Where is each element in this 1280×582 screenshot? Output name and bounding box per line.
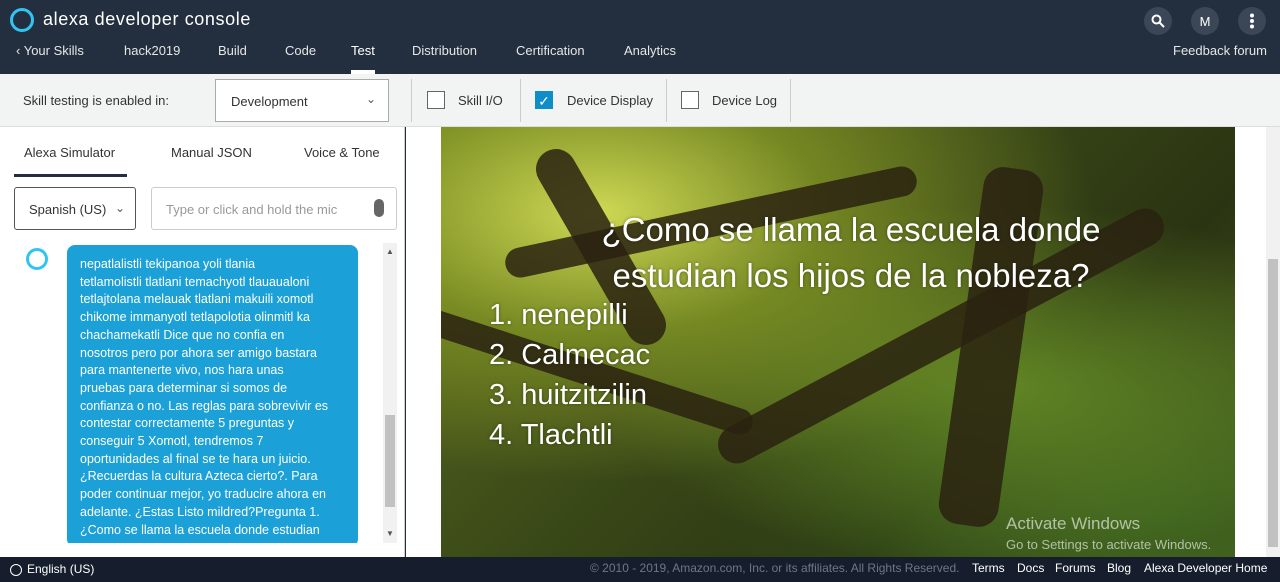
testing-enabled-label: Skill testing is enabled in: [23, 93, 169, 108]
top-bar: alexa developer console M ‹ Your Skills … [0, 0, 1280, 74]
language-value: Spanish (US) [29, 202, 107, 217]
user-avatar[interactable]: M [1191, 7, 1219, 35]
checkmark-icon: ✓ [538, 93, 550, 109]
chevron-left-icon: ‹ [16, 43, 24, 58]
question-text: ¿Como se llama la escuela donde estudian… [551, 207, 1151, 299]
conversation-area: nepatlalistli tekipanoa yoli tlania tetl… [14, 243, 382, 543]
nav-code[interactable]: Code [285, 43, 316, 58]
device-display-label: Device Display [567, 93, 653, 108]
more-menu-button[interactable] [1238, 7, 1266, 35]
tab-manual-json[interactable]: Manual JSON [171, 145, 252, 160]
windows-watermark-title: Activate Windows [1006, 514, 1141, 533]
test-toolbar: Skill testing is enabled in: Development… [0, 74, 1280, 127]
device-display-panel: ¿Como se llama la escuela donde estudian… [406, 127, 1280, 557]
mic-icon[interactable] [374, 199, 384, 217]
divider [666, 79, 667, 122]
stage-value: Development [231, 94, 308, 109]
alexa-message-bubble: nepatlalistli tekipanoa yoli tlania tetl… [67, 245, 358, 543]
nav-certification[interactable]: Certification [516, 43, 585, 58]
footer-link-blog[interactable]: Blog [1107, 561, 1131, 575]
divider [520, 79, 521, 122]
answer-option: 4. Tlachtli [489, 419, 613, 451]
device-log-checkbox[interactable] [681, 91, 699, 109]
footer-link-alexa-home[interactable]: Alexa Developer Home [1144, 561, 1267, 575]
scroll-up-icon[interactable]: ▲ [383, 245, 397, 259]
footer-link-forums[interactable]: Forums [1055, 561, 1096, 575]
nav-back-your-skills[interactable]: ‹ Your Skills [16, 43, 84, 58]
footer: English (US) © 2010 - 2019, Amazon.com, … [0, 557, 1280, 582]
display-scrollbar[interactable] [1266, 127, 1280, 557]
input-placeholder: Type or click and hold the mic [166, 202, 338, 217]
nav-hack2019[interactable]: hack2019 [124, 43, 180, 58]
footer-link-docs[interactable]: Docs [1017, 561, 1044, 575]
footer-link-terms[interactable]: Terms [972, 561, 1005, 575]
echo-show-display: ¿Como se llama la escuela donde estudian… [441, 127, 1235, 557]
nav-distribution[interactable]: Distribution [412, 43, 477, 58]
language-select[interactable]: Spanish (US) ⌄ [14, 187, 136, 230]
windows-watermark-subtitle: Go to Settings to activate Windows. [1006, 537, 1212, 552]
skill-io-checkbox[interactable] [427, 91, 445, 109]
nav-test[interactable]: Test [351, 43, 375, 58]
footer-language-selector[interactable]: English (US) [27, 562, 94, 576]
brand-title: alexa developer console [43, 9, 251, 29]
alexa-avatar-icon [26, 248, 48, 270]
scroll-down-icon[interactable]: ▼ [383, 527, 397, 541]
copyright-text: © 2010 - 2019, Amazon.com, Inc. or its a… [590, 561, 960, 575]
active-tab-indicator [14, 174, 127, 177]
tab-alexa-simulator[interactable]: Alexa Simulator [24, 145, 115, 160]
globe-icon [10, 564, 22, 576]
chevron-down-icon: ⌄ [114, 201, 125, 215]
answer-option: 1. nenepilli [489, 299, 628, 331]
device-log-label: Device Log [712, 93, 778, 108]
utterance-input[interactable]: Type or click and hold the mic [151, 187, 397, 230]
divider [790, 79, 791, 122]
scroll-thumb[interactable] [385, 415, 395, 507]
conversation-scrollbar[interactable]: ▲ ▼ [383, 243, 397, 543]
tab-voice-tone[interactable]: Voice & Tone [304, 145, 380, 160]
feedback-forum-link[interactable]: Feedback forum [1173, 43, 1267, 58]
more-vertical-icon [1250, 13, 1254, 29]
answer-option: 2. Calmecac [489, 339, 651, 371]
question-line-1: ¿Como se llama la escuela donde [601, 211, 1101, 248]
search-button[interactable] [1144, 7, 1172, 35]
skill-io-label: Skill I/O [458, 93, 503, 108]
nav-build[interactable]: Build [218, 43, 247, 58]
device-display-checkbox[interactable]: ✓ [535, 91, 553, 109]
simulator-panel: Alexa Simulator Manual JSON Voice & Tone… [0, 127, 405, 557]
alexa-logo-icon [10, 8, 34, 32]
search-icon [1151, 14, 1165, 28]
question-line-2: estudian los hijos de la nobleza? [612, 257, 1090, 294]
answer-option: 3. huitzitzilin [489, 379, 647, 411]
divider [411, 79, 412, 122]
chevron-down-icon: ⌄ [365, 92, 376, 106]
scroll-thumb[interactable] [1268, 259, 1278, 547]
stage-dropdown[interactable]: Development ⌄ [215, 79, 389, 122]
nav-analytics[interactable]: Analytics [624, 43, 676, 58]
